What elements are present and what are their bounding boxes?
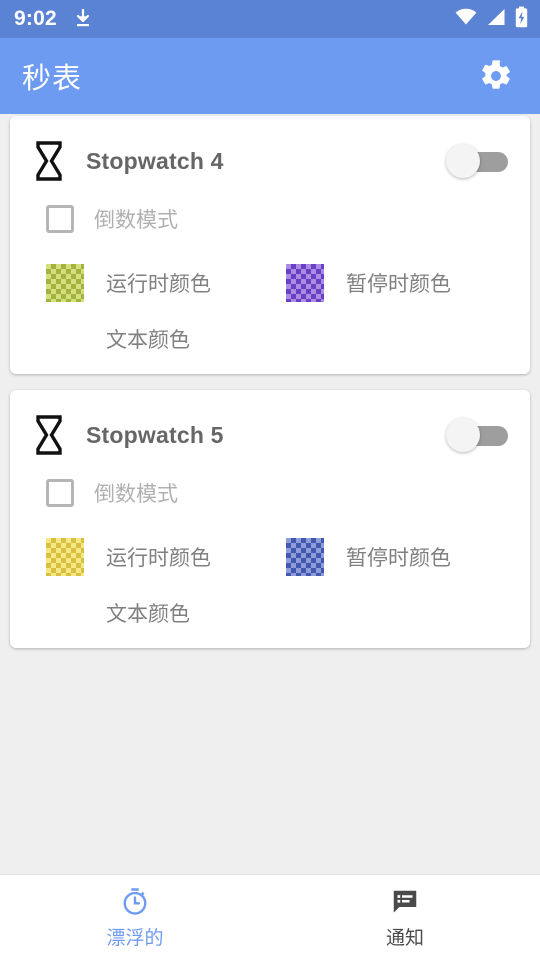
nav-item-floating[interactable]: 漂浮的 [0,875,270,960]
countdown-mode-label: 倒数模式 [94,209,178,232]
paused-color-label: 暂停时颜色 [346,273,451,296]
stopwatch-icon [120,886,150,918]
running-color-item[interactable]: 运行时颜色 [46,538,268,576]
text-color-row[interactable]: 文本颜色 [10,576,530,628]
countdown-mode-label: 倒数模式 [94,483,178,506]
toggle-thumb [446,144,480,178]
text-color-label: 文本颜色 [106,603,190,626]
app-bar-actions [474,54,518,98]
stopwatch-card[interactable]: Stopwatch 4 倒数模式 运行时颜色 暂停时颜色 文本颜色 [10,116,530,374]
color-row: 运行时颜色 暂停时颜色 [10,516,530,576]
battery-charging-icon [515,6,528,33]
stopwatch-header: Stopwatch 5 [10,390,530,460]
stopwatch-title: Stopwatch 4 [86,147,224,174]
stopwatch-card[interactable]: Stopwatch 5 倒数模式 运行时颜色 暂停时颜色 文本颜色 [10,390,530,648]
paused-color-swatch[interactable] [286,538,324,576]
nav-item-notifications[interactable]: 通知 [270,875,540,960]
running-color-item[interactable]: 运行时颜色 [46,264,268,302]
stopwatch-title: Stopwatch 5 [86,421,224,448]
stopwatch-header: Stopwatch 4 [10,116,530,186]
running-color-label: 运行时颜色 [106,547,211,570]
countdown-mode-checkbox[interactable] [46,479,74,507]
running-color-swatch[interactable] [46,264,84,302]
paused-color-swatch[interactable] [286,264,324,302]
text-color-row[interactable]: 文本颜色 [10,302,530,354]
text-color-label: 文本颜色 [106,329,190,352]
stopwatch-list[interactable]: 文本颜色 Stopwatch 4 倒数模式 [0,114,540,874]
status-bar-icons [455,6,528,33]
paused-color-label: 暂停时颜色 [346,547,451,570]
nav-label-floating: 漂浮的 [106,927,164,949]
color-row: 运行时颜色 暂停时颜色 [10,242,530,302]
download-icon [73,8,93,30]
hourglass-icon [32,414,66,456]
nav-label-notifications: 通知 [385,927,424,949]
notification-message-icon [390,886,420,918]
status-bar: 9:02 [0,0,540,38]
countdown-mode-checkbox[interactable] [46,205,74,233]
paused-color-item[interactable]: 暂停时颜色 [268,538,508,576]
bottom-navigation: 漂浮的 通知 [0,874,540,960]
status-bar-clock: 9:02 [14,7,57,30]
toggle-thumb [446,418,480,452]
app-root: 9:02 秒表 Stopwatch 4 倒数模式 运行时颜色 暂停时颜色 文本颜… [0,0,540,960]
signal-icon [486,8,506,31]
countdown-mode-row[interactable]: 倒数模式 [10,460,530,516]
app-bar: 秒表 [0,38,540,114]
running-color-swatch[interactable] [46,538,84,576]
hourglass-icon [32,140,66,182]
stopwatch-enable-toggle[interactable] [446,418,508,452]
running-color-label: 运行时颜色 [106,273,211,296]
gear-icon[interactable] [474,54,518,98]
stopwatch-enable-toggle[interactable] [446,144,508,178]
page-title: 秒表 [22,63,83,95]
wifi-icon [455,8,477,31]
paused-color-item[interactable]: 暂停时颜色 [268,264,508,302]
countdown-mode-row[interactable]: 倒数模式 [10,186,530,242]
